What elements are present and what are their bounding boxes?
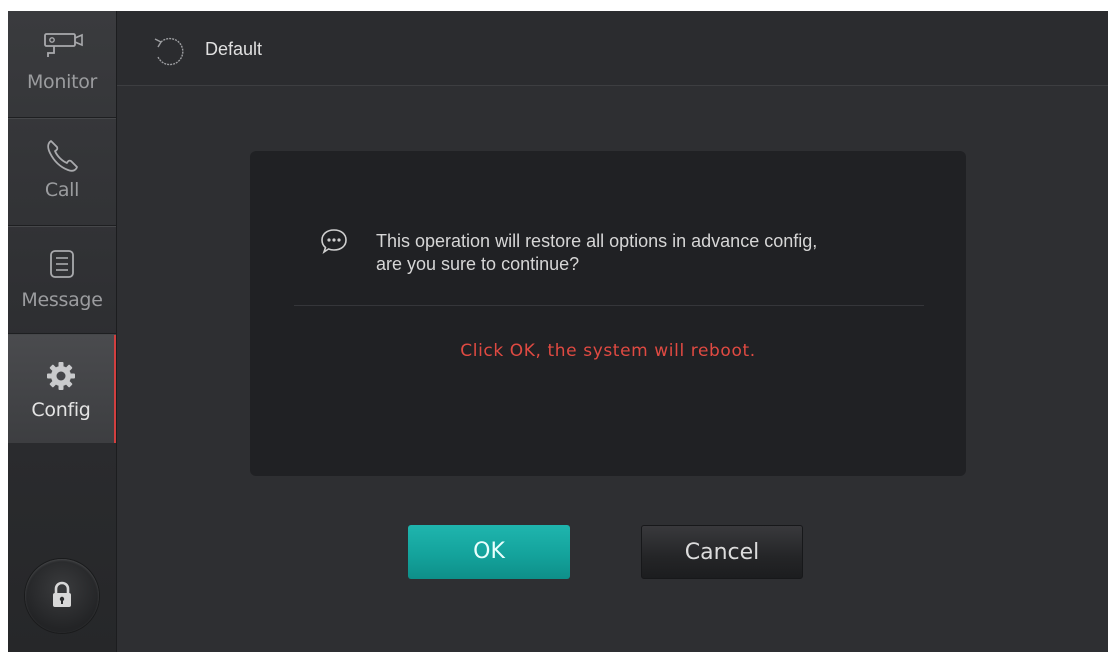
sidebar: Monitor Call Message Config	[8, 11, 117, 652]
sidebar-item-call[interactable]: Call	[8, 119, 116, 225]
camera-icon	[44, 33, 83, 57]
reset-icon	[154, 37, 184, 66]
confirm-dialog: This operation will restore all options …	[250, 151, 966, 476]
dialog-message: This operation will restore all options …	[376, 230, 936, 276]
divider	[294, 305, 924, 306]
header-bar: Default	[117, 11, 1108, 86]
divider	[8, 225, 116, 226]
message-line: This operation will restore all options …	[376, 231, 818, 251]
screen: Monitor Call Message Config Default This…	[8, 11, 1108, 652]
message-line: are you sure to continue?	[376, 254, 580, 274]
sidebar-item-config[interactable]: Config	[8, 335, 116, 443]
page-title: Default	[205, 39, 263, 59]
ok-button[interactable]: OK	[408, 525, 570, 579]
message-list-icon	[50, 250, 74, 278]
sidebar-item-label: Call	[44, 179, 80, 201]
sidebar-item-label: Monitor	[26, 71, 98, 93]
phone-icon	[47, 140, 78, 172]
divider	[8, 333, 116, 334]
cancel-button[interactable]: Cancel	[641, 525, 803, 579]
lock-icon	[53, 581, 71, 607]
warning-text: Click OK, the system will reboot.	[460, 341, 756, 361]
sidebar-item-message[interactable]: Message	[8, 227, 116, 333]
chat-bubble-icon	[321, 229, 347, 254]
lock-button[interactable]	[25, 559, 99, 633]
sidebar-item-monitor[interactable]: Monitor	[8, 11, 116, 117]
gear-icon	[47, 362, 75, 390]
sidebar-item-label: Message	[21, 289, 103, 311]
divider	[8, 117, 116, 118]
sidebar-item-label: Config	[31, 399, 91, 421]
